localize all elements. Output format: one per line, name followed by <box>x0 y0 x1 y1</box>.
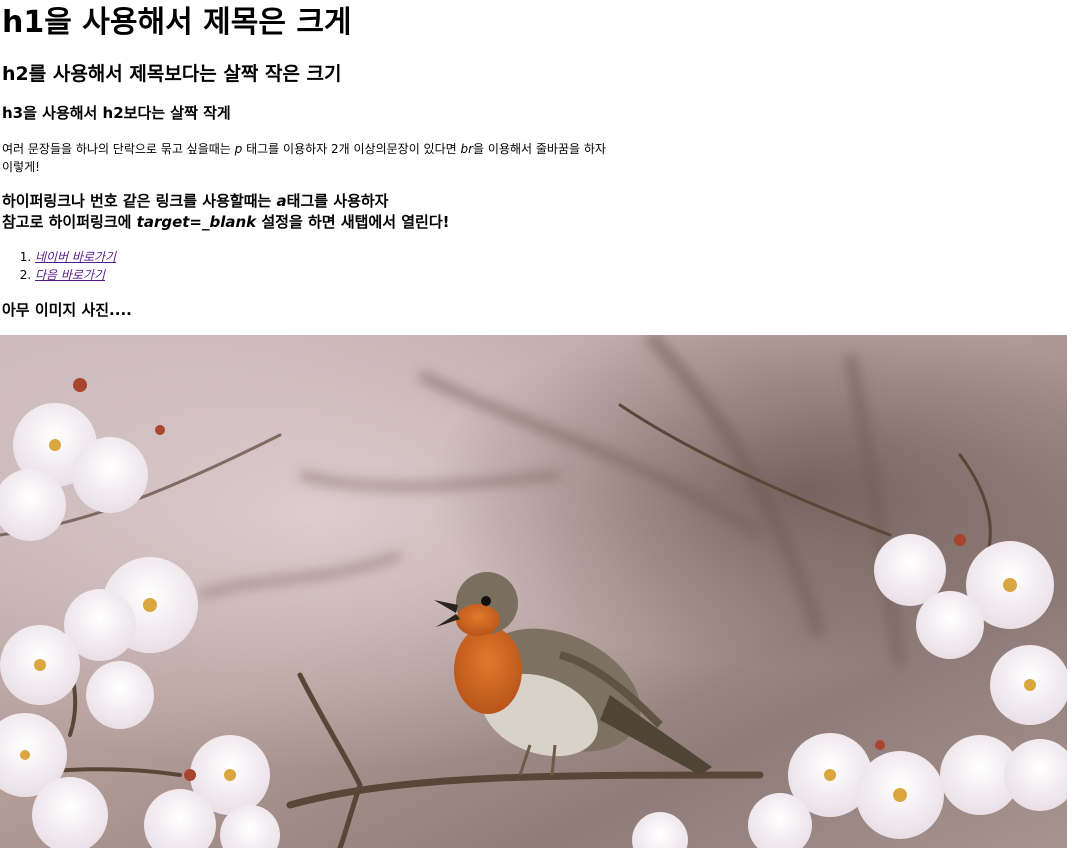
paragraph: 여러 문장들을 하나의 단락으로 묶고 싶을때는 p 태그를 이용하자 2개 이… <box>2 140 732 176</box>
links-heading-line2-post: 설정을 하면 새탭에서 열린다! <box>256 213 450 231</box>
daum-link[interactable]: 다음 바로가기 <box>35 268 105 282</box>
target-blank-text: target=_blank <box>136 213 257 231</box>
list-item: 네이버 바로가기 <box>35 248 1084 266</box>
paragraph-text-3: 을 이용해서 줄바꿈을 하자 <box>473 142 606 156</box>
list-item: 다음 바로가기 <box>35 266 1084 284</box>
br-tag-text: br <box>460 142 474 156</box>
links-heading-line1-post: 태그를 사용하자 <box>286 192 389 210</box>
link-list: 네이버 바로가기 다음 바로가기 <box>2 248 1084 284</box>
links-heading-line1-pre: 하이퍼링크나 번호 같은 링크를 사용할때는 <box>2 192 277 210</box>
document-body: h1을 사용해서 제목은 크게 h2를 사용해서 제목보다는 살짝 작은 크기 … <box>0 4 1084 320</box>
heading-h2: h2를 사용해서 제목보다는 살짝 작은 크기 <box>2 63 342 85</box>
a-tag-text: a <box>276 192 287 210</box>
heading-h3: h3을 사용해서 h2보다는 살짝 작게 <box>2 104 231 122</box>
paragraph-text-1: 여러 문장들을 하나의 단락으로 묶고 싶을때는 <box>2 142 235 156</box>
naver-link[interactable]: 네이버 바로가기 <box>35 250 116 264</box>
links-heading-line2-pre: 참고로 하이퍼링크에 <box>2 213 137 231</box>
heading-h1: h1을 사용해서 제목은 크게 <box>2 5 352 40</box>
robin-photo <box>0 335 1067 848</box>
paragraph-line-2: 이렇게! <box>2 160 40 174</box>
links-heading: 하이퍼링크나 번호 같은 링크를 사용할때는 a태그를 사용하자 참고로 하이퍼… <box>2 191 1084 233</box>
paragraph-text-2: 태그를 이용하자 2개 이상의문장이 있다면 <box>242 142 461 156</box>
image-heading: 아무 이미지 사진.... <box>2 301 132 319</box>
